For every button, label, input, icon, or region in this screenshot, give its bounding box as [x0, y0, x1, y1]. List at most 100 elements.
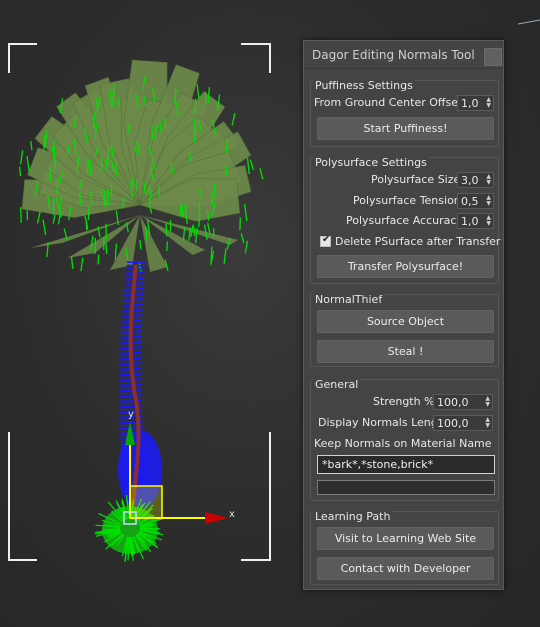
- frond-normal: [52, 214, 56, 224]
- normalthief-group-title: NormalThief: [313, 293, 385, 306]
- frond-normal: [97, 254, 100, 265]
- source-object-button[interactable]: Source Object: [317, 310, 494, 333]
- gizmo-x-label: x: [229, 509, 235, 520]
- frond-normal: [49, 167, 52, 182]
- gizmo-plane-handle[interactable]: [129, 485, 163, 519]
- spinner-arrows-icon[interactable]: ▲ ▼: [486, 174, 491, 186]
- frond-normal: [243, 204, 248, 222]
- spinner-arrows-icon[interactable]: ▲ ▼: [486, 215, 491, 227]
- frond-normal: [19, 150, 24, 165]
- polysurface-group: Polysurface Settings Polysurface Size 3,…: [310, 156, 500, 284]
- polysurface-accuracy-spinner[interactable]: 1,0 ▲ ▼: [457, 213, 494, 229]
- palm-frond: [30, 215, 140, 248]
- learning-path-group: Learning Path Visit to Learning Web Site…: [310, 510, 499, 585]
- normals-tool-panel: Dagor Editing Normals Tool Puffiness Set…: [303, 40, 504, 590]
- safe-frame-top-right: [241, 43, 271, 73]
- panel-titlebar[interactable]: Dagor Editing Normals Tool: [304, 41, 503, 69]
- frond-normal: [223, 248, 227, 265]
- frond-normal: [194, 98, 197, 114]
- frond-normal: [30, 140, 33, 151]
- frond-normal: [42, 219, 47, 235]
- strength-value: 100,0: [437, 396, 469, 409]
- safe-frame-bottom-right: [241, 432, 271, 561]
- frond-normal: [249, 159, 255, 171]
- general-group: General Strength % 100,0 ▲ ▼ Display Norm…: [310, 378, 499, 501]
- trunk-normal: [118, 382, 142, 386]
- contact-developer-button[interactable]: Contact with Developer: [317, 557, 494, 580]
- frond-normal: [112, 83, 115, 96]
- trunk-normals: [118, 261, 162, 510]
- frond-normal: [136, 179, 139, 190]
- polysurface-accuracy-value: 1,0: [461, 215, 479, 228]
- frond-normal: [26, 156, 30, 172]
- frond-normal: [166, 241, 169, 251]
- delete-psurface-checkbox[interactable]: ✔: [320, 234, 331, 247]
- offset-label: From Ground Center Offset: [314, 96, 463, 109]
- spinner-arrows-icon[interactable]: ▲ ▼: [486, 195, 491, 207]
- close-icon[interactable]: [484, 48, 502, 66]
- frond-normal: [79, 190, 81, 205]
- start-puffiness-button[interactable]: Start Puffiness!: [317, 117, 494, 140]
- keep-normals-material-value: *bark*,*stone,brick*: [322, 458, 434, 471]
- offset-spinner[interactable]: 1,0 ▲ ▼: [457, 95, 494, 111]
- palm-fronds: [21, 59, 252, 272]
- frond-normal: [114, 243, 118, 260]
- keep-normals-material-input[interactable]: *bark*,*stone,brick*: [317, 455, 495, 474]
- keep-normals-label: Keep Normals on Material Name: [314, 437, 492, 450]
- transfer-polysurface-button[interactable]: Transfer Polysurface!: [317, 255, 494, 278]
- strength-spinner[interactable]: 100,0 ▲ ▼: [433, 394, 493, 410]
- frond-normal: [70, 256, 74, 269]
- frond-normal: [193, 118, 196, 134]
- frond-normal: [210, 191, 214, 206]
- panel-title: Dagor Editing Normals Tool: [312, 48, 475, 62]
- polysurface-size-value: 3,0: [461, 174, 479, 187]
- trunk-normal: [118, 392, 142, 395]
- display-normals-length-value: 100,0: [437, 417, 469, 430]
- steal-button[interactable]: Steal !: [317, 340, 494, 363]
- spinner-arrows-icon[interactable]: ▲ ▼: [485, 396, 490, 408]
- display-normals-length-label: Display Normals Length: [318, 416, 450, 429]
- spinner-arrows-icon[interactable]: ▲ ▼: [486, 97, 491, 109]
- trunk-normal: [119, 373, 141, 376]
- delete-psurface-label[interactable]: Delete PSurface after Transfer: [335, 235, 500, 248]
- general-group-title: General: [313, 378, 361, 391]
- safe-frame-bottom-left: [8, 432, 37, 561]
- viewcube-edge: [517, 19, 540, 25]
- safe-frame-top-left: [8, 43, 37, 73]
- frond-normal: [210, 246, 213, 264]
- frond-normal: [246, 157, 250, 175]
- polysurface-accuracy-label: Polysurface Accuracy: [346, 214, 463, 227]
- trunk-normal: [118, 389, 142, 392]
- frond-normal: [225, 165, 228, 176]
- frond-normal: [259, 168, 264, 180]
- trunk-normal: [118, 386, 142, 389]
- frond-normal: [18, 166, 22, 177]
- trunk-normal: [119, 379, 141, 383]
- visit-learning-site-button[interactable]: Visit to Learning Web Site: [317, 527, 494, 550]
- frond-normal: [148, 184, 151, 195]
- polysurface-group-title: Polysurface Settings: [313, 156, 429, 169]
- polysurface-tension-spinner[interactable]: 0,5 ▲ ▼: [457, 193, 494, 209]
- frond-normal: [53, 153, 57, 169]
- offset-value: 1,0: [461, 97, 479, 110]
- frond-normal: [80, 257, 84, 272]
- spinner-arrows-icon[interactable]: ▲ ▼: [485, 417, 490, 429]
- polysurface-size-spinner[interactable]: 3,0 ▲ ▼: [457, 172, 494, 188]
- display-normals-length-spinner[interactable]: 100,0 ▲ ▼: [433, 415, 493, 431]
- gizmo-x-arrow[interactable]: [205, 512, 228, 524]
- frond-normal: [105, 243, 108, 254]
- frond-normal: [165, 223, 168, 237]
- frond-normal: [117, 97, 121, 109]
- frond-normal: [103, 195, 105, 206]
- puffiness-group-title: Puffiness Settings: [313, 79, 415, 92]
- polysurface-tension-value: 0,5: [461, 195, 479, 208]
- strength-label: Strength %: [373, 395, 435, 408]
- frond-normal: [240, 233, 245, 244]
- frond-normal: [20, 206, 22, 223]
- frond-normal: [231, 112, 236, 126]
- checkmark-icon: ✔: [322, 234, 331, 245]
- trunk-normal: [126, 261, 146, 264]
- gizmo-y-label: y: [128, 409, 134, 420]
- puffiness-group: Puffiness Settings From Ground Center Of…: [310, 79, 499, 147]
- frond-normal: [193, 226, 196, 237]
